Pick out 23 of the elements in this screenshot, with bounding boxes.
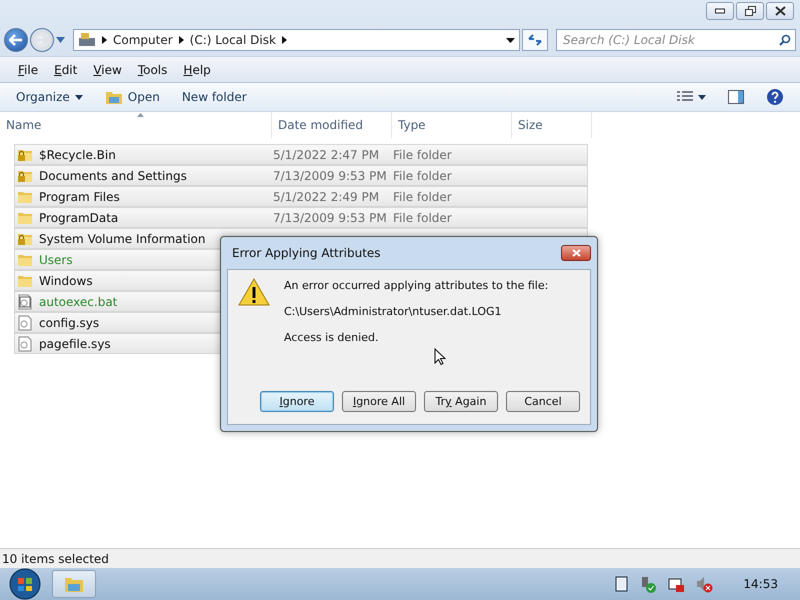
dialog-title: Error Applying Attributes	[231, 246, 381, 260]
date-modified: 5/1/2022 2:47 PM	[273, 148, 380, 162]
file-name: $Recycle.Bin	[39, 148, 116, 162]
error-reason: Access is denied.	[284, 331, 380, 344]
file-name: config.sys	[39, 316, 100, 330]
file-name: Documents and Settings	[39, 168, 187, 182]
status-text: 10 items selected	[2, 552, 109, 566]
file-name: ProgramData	[39, 210, 118, 224]
file-path: C:\Users\Administrator\ntuser.dat.LOG1	[284, 305, 503, 318]
file-name: autoexec.bat	[39, 294, 118, 308]
file-name: Windows	[39, 274, 93, 288]
date-modified: 5/1/2022 2:49 PM	[273, 190, 380, 204]
file-name: pagefile.sys	[39, 336, 111, 350]
file-name: Users	[39, 252, 73, 266]
file-type: File folder	[393, 148, 453, 162]
file-type: File folder	[393, 168, 453, 182]
file-type: File folder	[393, 210, 453, 224]
file-type: File folder	[393, 190, 453, 204]
date-modified: 7/13/2009 9:53 PM	[273, 210, 388, 224]
date-modified: 7/13/2009 9:53 PM	[273, 168, 388, 182]
error-message: An error occurred applying attributes to the file:	[284, 279, 548, 292]
file-name: System Volume Information	[39, 232, 206, 246]
file-name: Program Files	[39, 190, 120, 204]
